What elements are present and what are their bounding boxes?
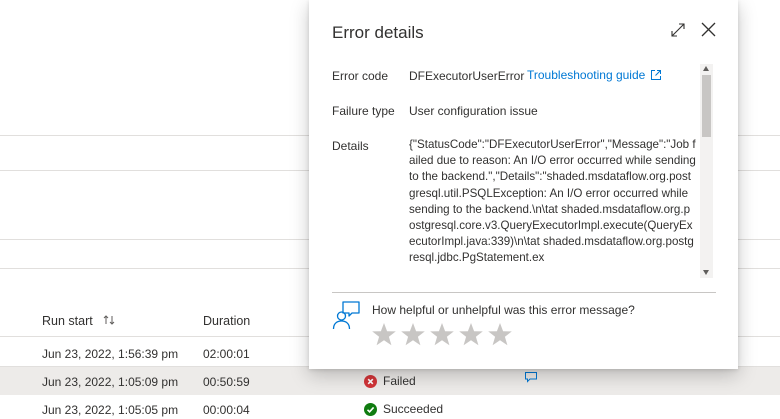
run-start-cell: Jun 23, 2022, 1:05:09 pm bbox=[42, 375, 179, 389]
status-label: Failed bbox=[383, 374, 416, 388]
status-succeeded: Succeeded bbox=[364, 402, 443, 416]
duration-cell: 02:00:01 bbox=[203, 347, 250, 361]
star-icon[interactable] bbox=[400, 322, 426, 347]
failure-type-label: Failure type bbox=[332, 104, 395, 118]
rating-stars[interactable] bbox=[371, 322, 513, 347]
error-details-panel: Error details Error code DFExecutorUserE… bbox=[309, 0, 738, 369]
status-failed: Failed bbox=[364, 374, 416, 388]
table-row[interactable]: Jun 23, 2022, 1:05:09 pm 00:50:59 Failed bbox=[0, 367, 780, 395]
check-circle-icon bbox=[364, 402, 377, 416]
feedback-divider bbox=[332, 292, 716, 293]
scroll-down-arrow-icon[interactable] bbox=[703, 270, 709, 275]
duration-cell: 00:50:59 bbox=[203, 375, 250, 389]
star-icon[interactable] bbox=[371, 322, 397, 347]
run-start-cell: Jun 23, 2022, 1:05:05 pm bbox=[42, 403, 179, 417]
star-icon[interactable] bbox=[429, 322, 455, 347]
status-label: Succeeded bbox=[383, 402, 444, 416]
duration-cell: 00:00:04 bbox=[203, 403, 250, 417]
failure-type-value: User configuration issue bbox=[409, 104, 538, 118]
error-circle-icon bbox=[364, 374, 377, 388]
error-code-value: DFExecutorUserError bbox=[409, 69, 525, 83]
expand-icon[interactable] bbox=[670, 22, 686, 38]
star-icon[interactable] bbox=[458, 322, 484, 347]
details-scrollbar[interactable] bbox=[700, 64, 713, 278]
run-start-cell: Jun 23, 2022, 1:56:39 pm bbox=[42, 347, 179, 361]
column-header-run-start[interactable]: Run start bbox=[42, 314, 93, 328]
sort-updown-icon[interactable] bbox=[102, 313, 116, 327]
star-icon[interactable] bbox=[487, 322, 513, 347]
details-text: {"StatusCode":"DFExecutorUserError","Mes… bbox=[409, 138, 696, 265]
details-label: Details bbox=[332, 139, 369, 153]
scroll-up-arrow-icon[interactable] bbox=[703, 66, 709, 71]
panel-title: Error details bbox=[332, 23, 424, 42]
feedback-question: How helpful or unhelpful was this error … bbox=[372, 303, 635, 317]
table-row[interactable]: Jun 23, 2022, 1:05:05 pm 00:00:04 Succee… bbox=[0, 395, 780, 419]
error-code-label: Error code bbox=[332, 69, 389, 83]
feedback-person-icon bbox=[332, 301, 360, 330]
comment-icon[interactable] bbox=[524, 371, 538, 383]
external-link-icon bbox=[651, 70, 662, 80]
troubleshooting-guide-label: Troubleshooting guide bbox=[527, 68, 646, 82]
scroll-thumb[interactable] bbox=[702, 75, 711, 137]
column-header-duration[interactable]: Duration bbox=[203, 314, 250, 328]
close-icon[interactable] bbox=[700, 21, 717, 38]
troubleshooting-guide-link[interactable]: Troubleshooting guide bbox=[527, 68, 662, 82]
